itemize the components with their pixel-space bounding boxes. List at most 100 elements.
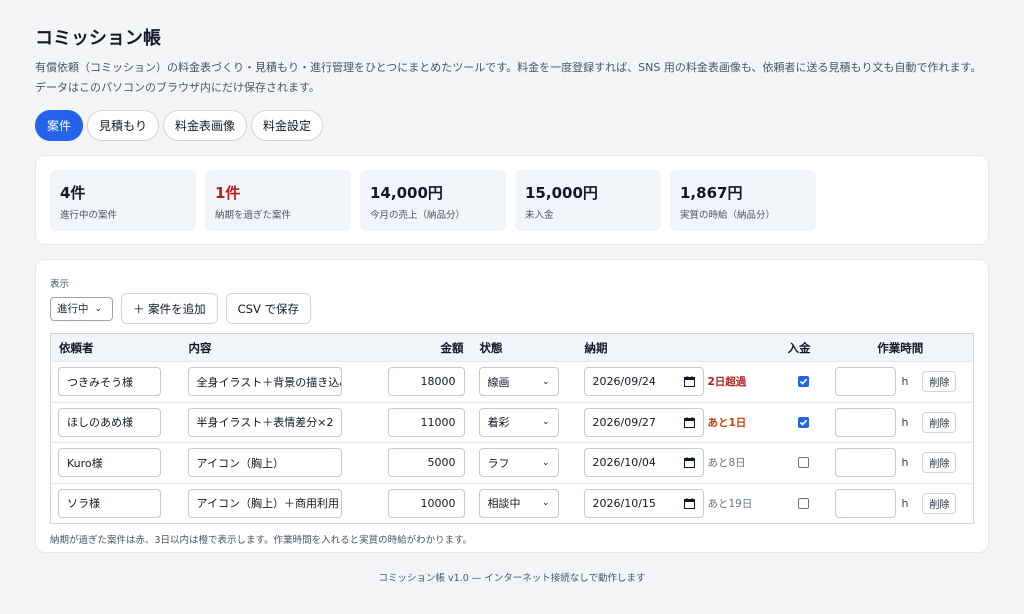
check-icon: [799, 378, 808, 386]
due-date-value: 2026/10/15: [592, 496, 656, 510]
page: コミッション帳 有償依頼（コミッション）の料金表づくり・見積もり・進行管理をひと…: [0, 0, 1024, 614]
paid-checkbox[interactable]: [798, 416, 809, 428]
cases-card: 表示 進行中 ⌄ ＋ 案件を追加 CSV で保存 依頼者 内容 金額 状態 納期…: [35, 259, 989, 553]
due-status: 2日超過: [707, 376, 747, 389]
chevron-down-icon: ⌄: [94, 303, 103, 314]
hours-input[interactable]: [834, 448, 896, 478]
stat-unpaid: 15,000円 未入金: [515, 170, 661, 231]
paid-checkbox[interactable]: [798, 497, 809, 509]
table-row: Kuro様 アイコン（胸上） 5000 ラフ ⌄ 2026/10/04 あと8日 h…: [50, 442, 974, 484]
stat-value: 1,867円: [680, 184, 743, 202]
content-input[interactable]: 全身イラスト＋背景の描き込み: [187, 367, 342, 397]
delete-button[interactable]: 削除: [922, 452, 957, 474]
chevron-down-icon: ⌄: [541, 457, 550, 468]
amount-input[interactable]: 5000: [387, 448, 465, 478]
hours-input[interactable]: [834, 488, 896, 518]
tab-estimate[interactable]: 見積もり: [87, 110, 160, 141]
filter-value: 進行中: [57, 303, 89, 315]
stat-value: 14,000円: [370, 184, 443, 202]
calendar-icon: [683, 457, 695, 469]
chevron-down-icon: ⌄: [541, 376, 550, 387]
due-date-value: 2026/09/24: [592, 375, 656, 389]
stat-value: 15,000円: [525, 184, 598, 202]
due-date-input[interactable]: 2026/09/27: [583, 407, 704, 437]
stat-overdue-cases: 1件 納期を過ぎた案件: [205, 170, 351, 231]
hours-unit: h: [901, 375, 909, 389]
status-value: 線画: [487, 375, 510, 389]
table-row: つきみそう様 全身イラスト＋背景の描き込み 18000 線画 ⌄ 2026/09/…: [50, 361, 974, 403]
tab-bar: 案件 見積もり 料金表画像 料金設定: [35, 110, 989, 141]
client-input[interactable]: Kuro様: [58, 448, 161, 478]
hours-input[interactable]: [834, 407, 896, 437]
toolbar: 進行中 ⌄ ＋ 案件を追加 CSV で保存: [50, 293, 974, 324]
header-content: 内容: [188, 340, 212, 355]
delete-button[interactable]: 削除: [922, 411, 957, 433]
csv-save-button[interactable]: CSV で保存: [225, 293, 312, 324]
delete-button[interactable]: 削除: [922, 371, 957, 393]
due-status: あと19日: [707, 497, 753, 510]
content-input[interactable]: アイコン（胸上）: [187, 448, 342, 478]
header-client: 依頼者: [59, 340, 94, 355]
stat-hourly-rate: 1,867円 実質の時給（納品分）: [670, 170, 816, 231]
cases-table: 依頼者 内容 金額 状態 納期 入金 作業時間 つきみそう様 全身イラスト＋背景…: [50, 333, 974, 524]
client-input[interactable]: ソラ様: [58, 488, 161, 518]
due-date-input[interactable]: 2026/09/24: [583, 367, 704, 397]
status-select[interactable]: 相談中 ⌄: [478, 488, 559, 518]
status-value: ラフ: [487, 456, 510, 470]
stat-label: 納期を過ぎた案件: [215, 210, 292, 221]
hours-unit: h: [901, 415, 909, 429]
table-note: 納期が過ぎた案件は赤、3日以内は橙で表示します。作業時間を入れると実質の時給がわ…: [50, 535, 473, 546]
hours-unit: h: [901, 456, 909, 470]
status-select[interactable]: 着彩 ⌄: [478, 407, 559, 437]
filter-select[interactable]: 進行中 ⌄: [50, 296, 113, 321]
filter-label: 表示: [50, 279, 70, 290]
stat-value: 4件: [60, 184, 86, 202]
tab-price-settings[interactable]: 料金設定: [251, 110, 324, 141]
content-input[interactable]: 半身イラスト＋表情差分×2: [187, 407, 342, 437]
tab-price-image[interactable]: 料金表画像: [163, 110, 248, 141]
stat-active-cases: 4件 進行中の案件: [50, 170, 196, 231]
hours-input[interactable]: [834, 367, 896, 397]
footer: コミッション帳 v1.0 — インターネット接続なしで動作します: [378, 573, 646, 584]
status-value: 着彩: [487, 416, 510, 430]
content-input[interactable]: アイコン（胸上）＋商用利用: [187, 488, 342, 518]
stats-card: 4件 進行中の案件 1件 納期を過ぎた案件 14,000円 今月の売上（納品分）…: [35, 155, 989, 245]
stat-monthly-sales: 14,000円 今月の売上（納品分）: [360, 170, 506, 231]
amount-input[interactable]: 18000: [387, 367, 465, 397]
page-description: 有償依頼（コミッション）の料金表づくり・見積もり・進行管理をひとつにまとめたツー…: [35, 61, 982, 94]
chevron-down-icon: ⌄: [541, 498, 550, 509]
due-status: あと1日: [707, 416, 747, 429]
paid-checkbox[interactable]: [798, 457, 809, 469]
due-date-value: 2026/10/04: [592, 456, 656, 470]
amount-input[interactable]: 11000: [387, 407, 465, 437]
delete-button[interactable]: 削除: [922, 492, 957, 514]
header-hours: 作業時間: [877, 340, 924, 355]
tab-cases[interactable]: 案件: [35, 110, 84, 141]
client-input[interactable]: つきみそう様: [58, 367, 161, 397]
stat-value: 1件: [215, 184, 241, 202]
stat-label: 未入金: [525, 210, 554, 221]
status-select[interactable]: 線画 ⌄: [478, 367, 559, 397]
header-status: 状態: [479, 340, 503, 355]
table-row: ソラ様 アイコン（胸上）＋商用利用 10000 相談中 ⌄ 2026/10/15 あ…: [50, 483, 974, 524]
due-date-input[interactable]: 2026/10/04: [583, 448, 704, 478]
due-date-input[interactable]: 2026/10/15: [583, 488, 704, 518]
hours-unit: h: [901, 496, 909, 510]
due-status: あと8日: [707, 457, 746, 470]
check-icon: [799, 419, 808, 426]
paid-checkbox[interactable]: [798, 376, 809, 388]
table-row: ほしのあめ様 半身イラスト＋表情差分×2 11000 着彩 ⌄ 2026/09/2…: [50, 402, 974, 443]
status-select[interactable]: ラフ ⌄: [478, 448, 559, 478]
stat-label: 実質の時給（納品分）: [680, 210, 776, 221]
calendar-icon: [683, 376, 695, 388]
header-due: 納期: [584, 340, 608, 355]
add-case-button[interactable]: ＋ 案件を追加: [121, 293, 218, 324]
status-value: 相談中: [487, 497, 521, 511]
amount-input[interactable]: 10000: [387, 488, 465, 518]
page-title: コミッション帳: [35, 28, 161, 49]
stat-label: 進行中の案件: [60, 210, 118, 221]
due-date-value: 2026/09/27: [592, 415, 656, 429]
client-input[interactable]: ほしのあめ様: [58, 407, 161, 437]
calendar-icon: [683, 497, 695, 509]
header-amount: 金額: [440, 340, 464, 355]
